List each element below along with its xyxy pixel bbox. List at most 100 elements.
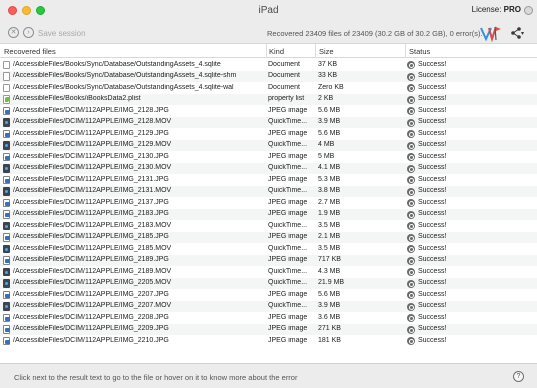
file-status-cell[interactable]: Success! (418, 325, 498, 332)
file-name-cell[interactable]: /AccessibleFiles/Books/Sync/Database/Out… (13, 61, 263, 68)
file-name-cell[interactable]: /AccessibleFiles/DCIM/112APPLE/IMG_2131.… (13, 187, 263, 194)
file-status-cell[interactable]: Success! (418, 279, 498, 286)
file-status-cell[interactable]: Success! (418, 153, 498, 160)
success-magnifier-icon[interactable] (407, 141, 415, 150)
column-divider[interactable] (405, 44, 406, 58)
table-row[interactable]: /AccessibleFiles/DCIM/112APPLE/IMG_2207.… (0, 289, 537, 301)
file-status-cell[interactable]: Success! (418, 245, 498, 252)
save-session-button[interactable]: Save session (38, 29, 86, 38)
file-status-cell[interactable]: Success! (418, 176, 498, 183)
success-magnifier-icon[interactable] (407, 187, 415, 196)
file-name-cell[interactable]: /AccessibleFiles/DCIM/112APPLE/IMG_2185.… (13, 233, 263, 240)
file-status-cell[interactable]: Success! (418, 302, 498, 309)
success-magnifier-icon[interactable] (407, 210, 415, 219)
success-magnifier-icon[interactable] (407, 153, 415, 161)
file-name-cell[interactable]: /AccessibleFiles/DCIM/112APPLE/IMG_2183.… (13, 210, 263, 217)
success-magnifier-icon[interactable] (407, 107, 415, 115)
file-status-cell[interactable]: Success! (418, 61, 498, 68)
file-status-cell[interactable]: Success! (418, 72, 498, 79)
success-magnifier-icon[interactable] (407, 95, 415, 104)
file-name-cell[interactable]: /AccessibleFiles/DCIM/112APPLE/IMG_2189.… (13, 268, 263, 275)
success-magnifier-icon[interactable] (407, 130, 415, 138)
file-status-cell[interactable]: Success! (418, 107, 498, 114)
table-row[interactable]: /AccessibleFiles/Books/iBooksData2.plist… (0, 93, 537, 105)
column-header-size[interactable]: Size (319, 47, 334, 56)
file-name-cell[interactable]: /AccessibleFiles/DCIM/112APPLE/IMG_2130.… (13, 164, 263, 171)
table-row[interactable]: /AccessibleFiles/DCIM/112APPLE/IMG_2210.… (0, 335, 537, 347)
table-row[interactable]: /AccessibleFiles/Books/Sync/Database/Out… (0, 70, 537, 82)
table-row[interactable]: /AccessibleFiles/DCIM/112APPLE/IMG_2205.… (0, 277, 537, 289)
license-status-icon[interactable] (524, 6, 533, 15)
table-row[interactable]: /AccessibleFiles/DCIM/112APPLE/IMG_2130.… (0, 162, 537, 174)
table-row[interactable]: /AccessibleFiles/Books/Sync/Database/Out… (0, 59, 537, 71)
file-name-cell[interactable]: /AccessibleFiles/DCIM/112APPLE/IMG_2183.… (13, 222, 263, 229)
file-status-cell[interactable]: Success! (418, 164, 498, 171)
success-magnifier-icon[interactable] (407, 176, 415, 184)
success-magnifier-icon[interactable] (407, 268, 415, 276)
column-header-status[interactable]: Status (409, 47, 430, 56)
table-row[interactable]: /AccessibleFiles/DCIM/112APPLE/IMG_2183.… (0, 220, 537, 232)
table-row[interactable]: /AccessibleFiles/DCIM/112APPLE/IMG_2208.… (0, 312, 537, 324)
success-magnifier-icon[interactable] (407, 325, 415, 334)
table-row[interactable]: /AccessibleFiles/Books/Sync/Database/Out… (0, 82, 537, 94)
chevron-down-icon[interactable]: ▾ (521, 30, 524, 37)
file-name-cell[interactable]: /AccessibleFiles/DCIM/112APPLE/IMG_2185.… (13, 245, 263, 252)
file-name-cell[interactable]: /AccessibleFiles/DCIM/112APPLE/IMG_2128.… (13, 107, 263, 114)
file-name-cell[interactable]: /AccessibleFiles/DCIM/112APPLE/IMG_2128.… (13, 118, 263, 125)
success-magnifier-icon[interactable] (407, 72, 415, 81)
file-name-cell[interactable]: /AccessibleFiles/DCIM/112APPLE/IMG_2205.… (13, 279, 263, 286)
success-magnifier-icon[interactable] (407, 233, 415, 242)
file-name-cell[interactable]: /AccessibleFiles/DCIM/112APPLE/IMG_2131.… (13, 176, 263, 183)
success-magnifier-icon[interactable] (407, 256, 415, 265)
file-status-cell[interactable]: Success! (418, 233, 498, 240)
table-row[interactable]: /AccessibleFiles/DCIM/112APPLE/IMG_2185.… (0, 243, 537, 255)
file-name-cell[interactable]: /AccessibleFiles/Books/iBooksData2.plist (13, 95, 263, 102)
file-status-cell[interactable]: Success! (418, 222, 498, 229)
file-name-cell[interactable]: /AccessibleFiles/DCIM/112APPLE/IMG_2208.… (13, 314, 263, 321)
file-status-cell[interactable]: Success! (418, 141, 498, 148)
close-session-icon[interactable]: ✕ (8, 27, 19, 38)
file-status-cell[interactable]: Success! (418, 84, 498, 91)
file-name-cell[interactable]: /AccessibleFiles/Books/Sync/Database/Out… (13, 84, 263, 91)
table-row[interactable]: /AccessibleFiles/DCIM/112APPLE/IMG_2129.… (0, 139, 537, 151)
file-name-cell[interactable]: /AccessibleFiles/DCIM/112APPLE/IMG_2137.… (13, 199, 263, 206)
table-row[interactable]: /AccessibleFiles/DCIM/112APPLE/IMG_2128.… (0, 116, 537, 128)
success-magnifier-icon[interactable] (407, 118, 415, 127)
table-row[interactable]: /AccessibleFiles/DCIM/112APPLE/IMG_2129.… (0, 128, 537, 140)
file-status-cell[interactable]: Success! (418, 199, 498, 206)
file-status-cell[interactable]: Success! (418, 210, 498, 217)
success-magnifier-icon[interactable] (407, 222, 415, 230)
column-divider[interactable] (315, 44, 316, 58)
success-magnifier-icon[interactable] (407, 314, 415, 322)
table-row[interactable]: /AccessibleFiles/DCIM/112APPLE/IMG_2131.… (0, 174, 537, 186)
table-row[interactable]: /AccessibleFiles/DCIM/112APPLE/IMG_2207.… (0, 300, 537, 312)
table-row[interactable]: /AccessibleFiles/DCIM/112APPLE/IMG_2131.… (0, 185, 537, 197)
column-header-kind[interactable]: Kind (269, 47, 284, 56)
success-magnifier-icon[interactable] (407, 279, 415, 288)
file-name-cell[interactable]: /AccessibleFiles/DCIM/112APPLE/IMG_2130.… (13, 153, 263, 160)
success-magnifier-icon[interactable] (407, 164, 415, 173)
file-status-cell[interactable]: Success! (418, 256, 498, 263)
success-magnifier-icon[interactable] (407, 291, 415, 299)
column-header-name[interactable]: Recovered files (4, 47, 56, 56)
success-magnifier-icon[interactable] (407, 302, 415, 311)
file-status-cell[interactable]: Success! (418, 268, 498, 275)
table-row[interactable]: /AccessibleFiles/DCIM/112APPLE/IMG_2209.… (0, 323, 537, 335)
success-magnifier-icon[interactable] (407, 84, 415, 92)
file-status-cell[interactable]: Success! (418, 187, 498, 194)
file-name-cell[interactable]: /AccessibleFiles/DCIM/112APPLE/IMG_2189.… (13, 256, 263, 263)
file-name-cell[interactable]: /AccessibleFiles/DCIM/112APPLE/IMG_2210.… (13, 337, 263, 344)
column-divider[interactable] (266, 44, 267, 58)
file-name-cell[interactable]: /AccessibleFiles/DCIM/112APPLE/IMG_2209.… (13, 325, 263, 332)
success-magnifier-icon[interactable] (407, 245, 415, 253)
success-magnifier-icon[interactable] (407, 337, 415, 345)
recovery-flag-icon[interactable] (478, 24, 502, 42)
file-name-cell[interactable]: /AccessibleFiles/Books/Sync/Database/Out… (13, 72, 263, 79)
table-row[interactable]: /AccessibleFiles/DCIM/112APPLE/IMG_2183.… (0, 208, 537, 220)
table-row[interactable]: /AccessibleFiles/DCIM/112APPLE/IMG_2128.… (0, 105, 537, 117)
file-name-cell[interactable]: /AccessibleFiles/DCIM/112APPLE/IMG_2129.… (13, 130, 263, 137)
file-status-cell[interactable]: Success! (418, 130, 498, 137)
file-status-cell[interactable]: Success! (418, 118, 498, 125)
table-row[interactable]: /AccessibleFiles/DCIM/112APPLE/IMG_2137.… (0, 197, 537, 209)
file-name-cell[interactable]: /AccessibleFiles/DCIM/112APPLE/IMG_2207.… (13, 291, 263, 298)
